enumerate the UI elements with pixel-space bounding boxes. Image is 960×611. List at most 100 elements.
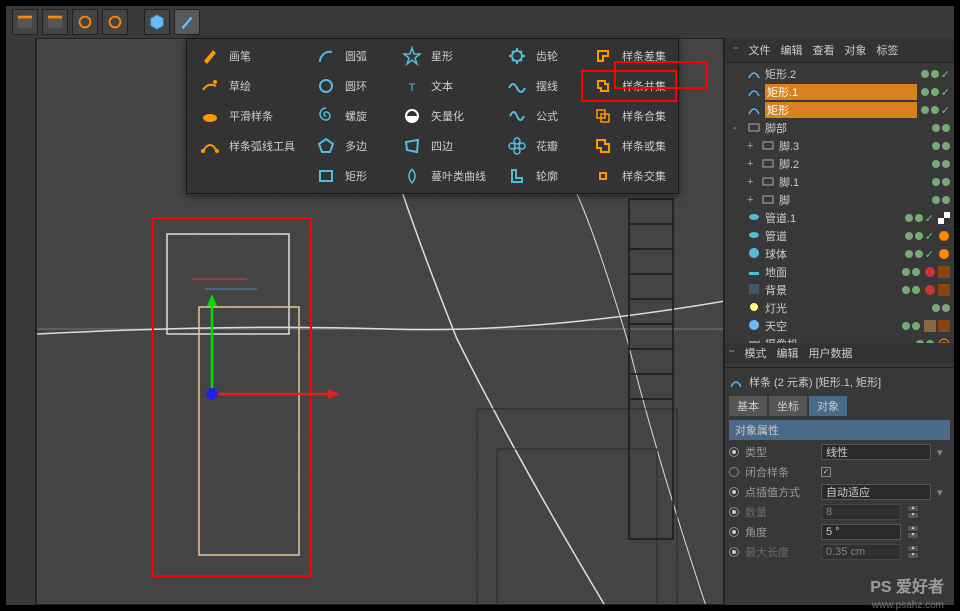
tree-label: 脚: [779, 192, 928, 208]
tool-gear1[interactable]: [72, 9, 98, 35]
tree-item-脚[interactable]: +脚: [729, 191, 950, 209]
tree-item-管道.1[interactable]: 管道.1✓: [729, 209, 950, 227]
attr-数量: 数量▴▾: [729, 502, 950, 522]
radio-icon: [729, 447, 739, 457]
tab-coord[interactable]: 坐标: [769, 396, 807, 416]
tool-clapper2[interactable]: [42, 9, 68, 35]
tool-cube[interactable]: [144, 9, 170, 35]
menu-inter-orange[interactable]: 样条交集: [582, 161, 676, 191]
menu-sketch-orange[interactable]: 草绘: [189, 71, 305, 101]
om-object[interactable]: 对象: [845, 42, 867, 58]
menu-merge-orange[interactable]: 样条合集: [582, 101, 676, 131]
menu-label: 矩形: [345, 168, 367, 184]
tree-icon: [747, 228, 761, 245]
tree-item-天空[interactable]: 天空: [729, 317, 950, 335]
object-tree[interactable]: 矩形.2✓矩形.1✓矩形✓-脚部+脚.3+脚.2+脚.1+脚管道.1✓管道✓球体…: [725, 63, 954, 343]
tree-label: 脚.1: [779, 174, 928, 190]
tree-label: 矩形: [765, 102, 917, 118]
menu-label: 齿轮: [536, 48, 558, 64]
spinner[interactable]: ▴▾: [907, 545, 919, 559]
tree-item-脚.3[interactable]: +脚.3: [729, 137, 950, 155]
attr-mode[interactable]: 模式: [745, 345, 767, 361]
radio-icon: [729, 507, 739, 517]
tree-item-矩形.1[interactable]: 矩形.1✓: [729, 83, 950, 101]
menu-arc-blue[interactable]: 圆弧: [305, 41, 391, 71]
tree-item-脚.2[interactable]: +脚.2: [729, 155, 950, 173]
menu-text-blue[interactable]: T文本: [391, 71, 496, 101]
tree-label: 管道.1: [765, 210, 901, 226]
attr-最大长度: 最大长度▴▾: [729, 542, 950, 562]
union-orange-icon: [592, 75, 614, 97]
menu-gear-blue[interactable]: 齿轮: [496, 41, 582, 71]
tree-item-管道[interactable]: 管道✓: [729, 227, 950, 245]
menu-diff-orange[interactable]: 样条差集: [582, 41, 676, 71]
tree-icon: [747, 210, 761, 227]
menu-bezier-orange[interactable]: 样条弧线工具: [189, 131, 305, 161]
pen-orange-icon: [199, 45, 221, 67]
om-edit[interactable]: 编辑: [781, 42, 803, 58]
attr-input[interactable]: [821, 544, 901, 560]
menu-pen-orange[interactable]: 画笔: [189, 41, 305, 71]
tree-item-脚.1[interactable]: +脚.1: [729, 173, 950, 191]
menu-cissoid-blue[interactable]: 蔓叶类曲线: [391, 161, 496, 191]
inter-orange-icon: [592, 165, 614, 187]
menu-4side-blue[interactable]: 四边: [391, 131, 496, 161]
menu-or-orange[interactable]: 样条或集: [582, 131, 676, 161]
radio-icon: [729, 547, 739, 557]
tree-icon: [747, 120, 761, 137]
tree-item-球体[interactable]: 球体✓: [729, 245, 950, 263]
attr-menu: ⎯ 模式 编辑 用户数据: [725, 343, 954, 363]
attr-label: 闭合样条: [745, 464, 815, 480]
spinner[interactable]: ▴▾: [907, 525, 919, 539]
menu-union-orange[interactable]: 样条并集: [582, 71, 676, 101]
tree-icon: [747, 102, 761, 119]
tree-item-矩形[interactable]: 矩形✓: [729, 101, 950, 119]
nside-blue-icon: [315, 135, 337, 157]
menu-profile-blue[interactable]: 轮廓: [496, 161, 582, 191]
menu-spiral-blue[interactable]: 螺旋: [305, 101, 391, 131]
menu-flower-blue[interactable]: 花瓣: [496, 131, 582, 161]
attr-label: 角度: [745, 524, 815, 540]
menu-label: 样条合集: [622, 108, 666, 124]
attr-edit[interactable]: 编辑: [777, 345, 799, 361]
attr-input[interactable]: [821, 524, 901, 540]
om-tags[interactable]: 标签: [877, 42, 899, 58]
menu-cycloid-blue[interactable]: 摆线: [496, 71, 582, 101]
tool-pen[interactable]: [174, 9, 200, 35]
merge-orange-icon: [592, 105, 614, 127]
om-file[interactable]: 文件: [749, 42, 771, 58]
menu-circle-blue[interactable]: 圆环: [305, 71, 391, 101]
menu-label: 星形: [431, 48, 453, 64]
rect-blue-icon: [315, 165, 337, 187]
tree-item-脚部[interactable]: -脚部: [729, 119, 950, 137]
menu-vector-blue[interactable]: 矢量化: [391, 101, 496, 131]
tree-item-矩形.2[interactable]: 矩形.2✓: [729, 65, 950, 83]
tree-icon: [761, 174, 775, 191]
menu-label: 摆线: [536, 78, 558, 94]
menu-smooth-orange[interactable]: 平滑样条: [189, 101, 305, 131]
tree-item-背景[interactable]: 背景: [729, 281, 950, 299]
attr-input[interactable]: [821, 504, 901, 520]
menu-label: 轮廓: [536, 168, 558, 184]
menu-label: 画笔: [229, 48, 251, 64]
spinner[interactable]: ▴▾: [907, 505, 919, 519]
tool-gear2[interactable]: [102, 9, 128, 35]
tab-object[interactable]: 对象: [809, 396, 847, 416]
menu-star-blue[interactable]: 星形: [391, 41, 496, 71]
menu-nside-blue[interactable]: 多边: [305, 131, 391, 161]
om-view[interactable]: 查看: [813, 42, 835, 58]
move-gizmo[interactable]: [192, 294, 342, 417]
left-toolbar: [6, 38, 36, 605]
checkbox[interactable]: [821, 467, 831, 477]
tree-item-地面[interactable]: 地面: [729, 263, 950, 281]
menu-label: 公式: [536, 108, 558, 124]
tab-basic[interactable]: 基本: [729, 396, 767, 416]
tool-clapper1[interactable]: [12, 9, 38, 35]
attr-input[interactable]: [821, 484, 931, 500]
tree-item-摄像机[interactable]: 摄像机: [729, 335, 950, 343]
attr-userdata[interactable]: 用户数据: [809, 345, 853, 361]
menu-rect-blue[interactable]: 矩形: [305, 161, 391, 191]
attr-input[interactable]: [821, 444, 931, 460]
tree-item-灯光[interactable]: 灯光: [729, 299, 950, 317]
menu-formula-blue[interactable]: 公式: [496, 101, 582, 131]
